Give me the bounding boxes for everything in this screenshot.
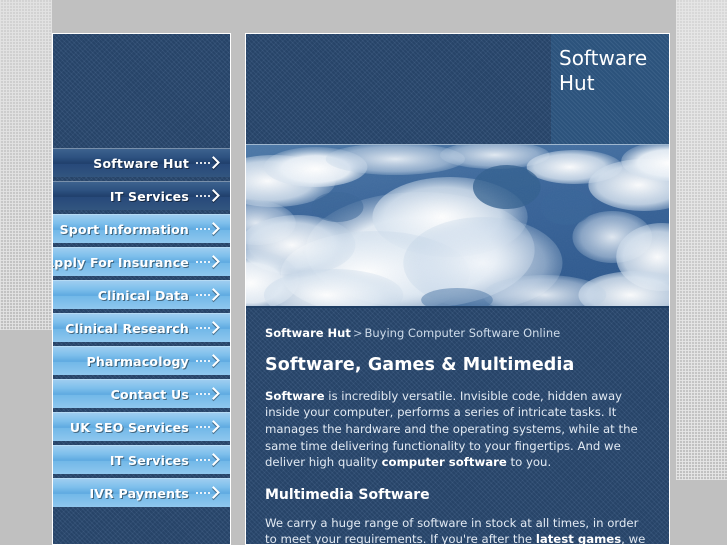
intro-strong-computer-software: computer software [381, 455, 507, 470]
sidebar-item-label: IT Services [109, 188, 189, 204]
sidebar-nav: Software Hut IT Services Sport Information… [53, 148, 230, 507]
sidebar-item-label: IT Services [109, 452, 189, 468]
intro-text-part2: to you. [506, 455, 552, 470]
intro-lead-word: Software [265, 388, 325, 403]
dotted-arrow-icon [196, 156, 222, 169]
sidebar-item-uk-seo-services[interactable]: UK SEO Services [53, 412, 230, 441]
sidebar-item-label: Apply For Insurance [52, 254, 189, 270]
dotted-arrow-icon [196, 321, 222, 334]
site-logo-text: Software Hut [559, 46, 648, 95]
dotted-arrow-icon [196, 486, 222, 499]
sidebar-item-label: UK SEO Services [69, 419, 189, 435]
sidebar-item-label: IVR Payments [89, 485, 189, 501]
clouds-photo-icon [246, 145, 669, 306]
site-logo[interactable]: Software Hut [551, 34, 669, 144]
main-panel: Software Hut Software Hut > Buying Compu… [245, 33, 670, 545]
dotted-arrow-icon [196, 387, 222, 400]
sidebar-item-contact-us[interactable]: Contact Us [53, 379, 230, 408]
sidebar-item-software-hut[interactable]: Software Hut [53, 148, 230, 177]
sidebar: Software Hut IT Services Sport Information… [52, 33, 231, 545]
sidebar-item-label: Pharmacology [86, 353, 189, 369]
sidebar-item-pharmacology[interactable]: Pharmacology [53, 346, 230, 375]
breadcrumb-separator: > [352, 326, 363, 340]
sidebar-item-label: Clinical Research [65, 320, 189, 336]
dotted-arrow-icon [196, 255, 222, 268]
sidebar-top-spacer [53, 34, 230, 148]
sidebar-item-clinical-research[interactable]: Clinical Research [53, 313, 230, 342]
section-title-multimedia-software: Multimedia Software [265, 486, 430, 503]
sidebar-item-label: Sport Information [59, 221, 189, 237]
sidebar-item-label: Clinical Data [97, 287, 189, 303]
dotted-arrow-icon [196, 453, 222, 466]
page-title: Software, Games & Multimedia [265, 354, 575, 375]
breadcrumb-root-link[interactable]: Software Hut [265, 326, 351, 340]
intro-paragraph: Software is incredibly versatile. Invisi… [265, 388, 651, 471]
dotted-arrow-icon [196, 222, 222, 235]
section-paragraph: We carry a huge range of software in sto… [265, 515, 651, 545]
sidebar-item-apply-for-insurance[interactable]: Apply For Insurance [53, 247, 230, 276]
breadcrumb-current: Buying Computer Software Online [364, 326, 561, 340]
background-texture-right [676, 0, 727, 480]
sidebar-item-ivr-payments[interactable]: IVR Payments [53, 478, 230, 507]
sidebar-item-it-services[interactable]: IT Services [53, 181, 230, 210]
section-strong-latest-games: latest games [535, 532, 622, 545]
site-header: Software Hut [246, 34, 669, 144]
sidebar-item-label: Contact Us [110, 386, 189, 402]
sidebar-item-label: Software Hut [93, 155, 189, 171]
dotted-arrow-icon [196, 189, 222, 202]
banner-clouds-image [246, 144, 669, 308]
sidebar-item-it-services[interactable]: IT Services [53, 445, 230, 474]
dotted-arrow-icon [196, 354, 222, 367]
sidebar-item-sport-information[interactable]: Sport Information [53, 214, 230, 243]
dotted-arrow-icon [196, 420, 222, 433]
content-area: Software Hut > Buying Computer Software On… [246, 308, 669, 545]
background-texture-left [0, 0, 52, 330]
breadcrumb: Software Hut > Buying Computer Software On… [265, 326, 651, 341]
dotted-arrow-icon [196, 288, 222, 301]
sidebar-item-clinical-data[interactable]: Clinical Data [53, 280, 230, 309]
